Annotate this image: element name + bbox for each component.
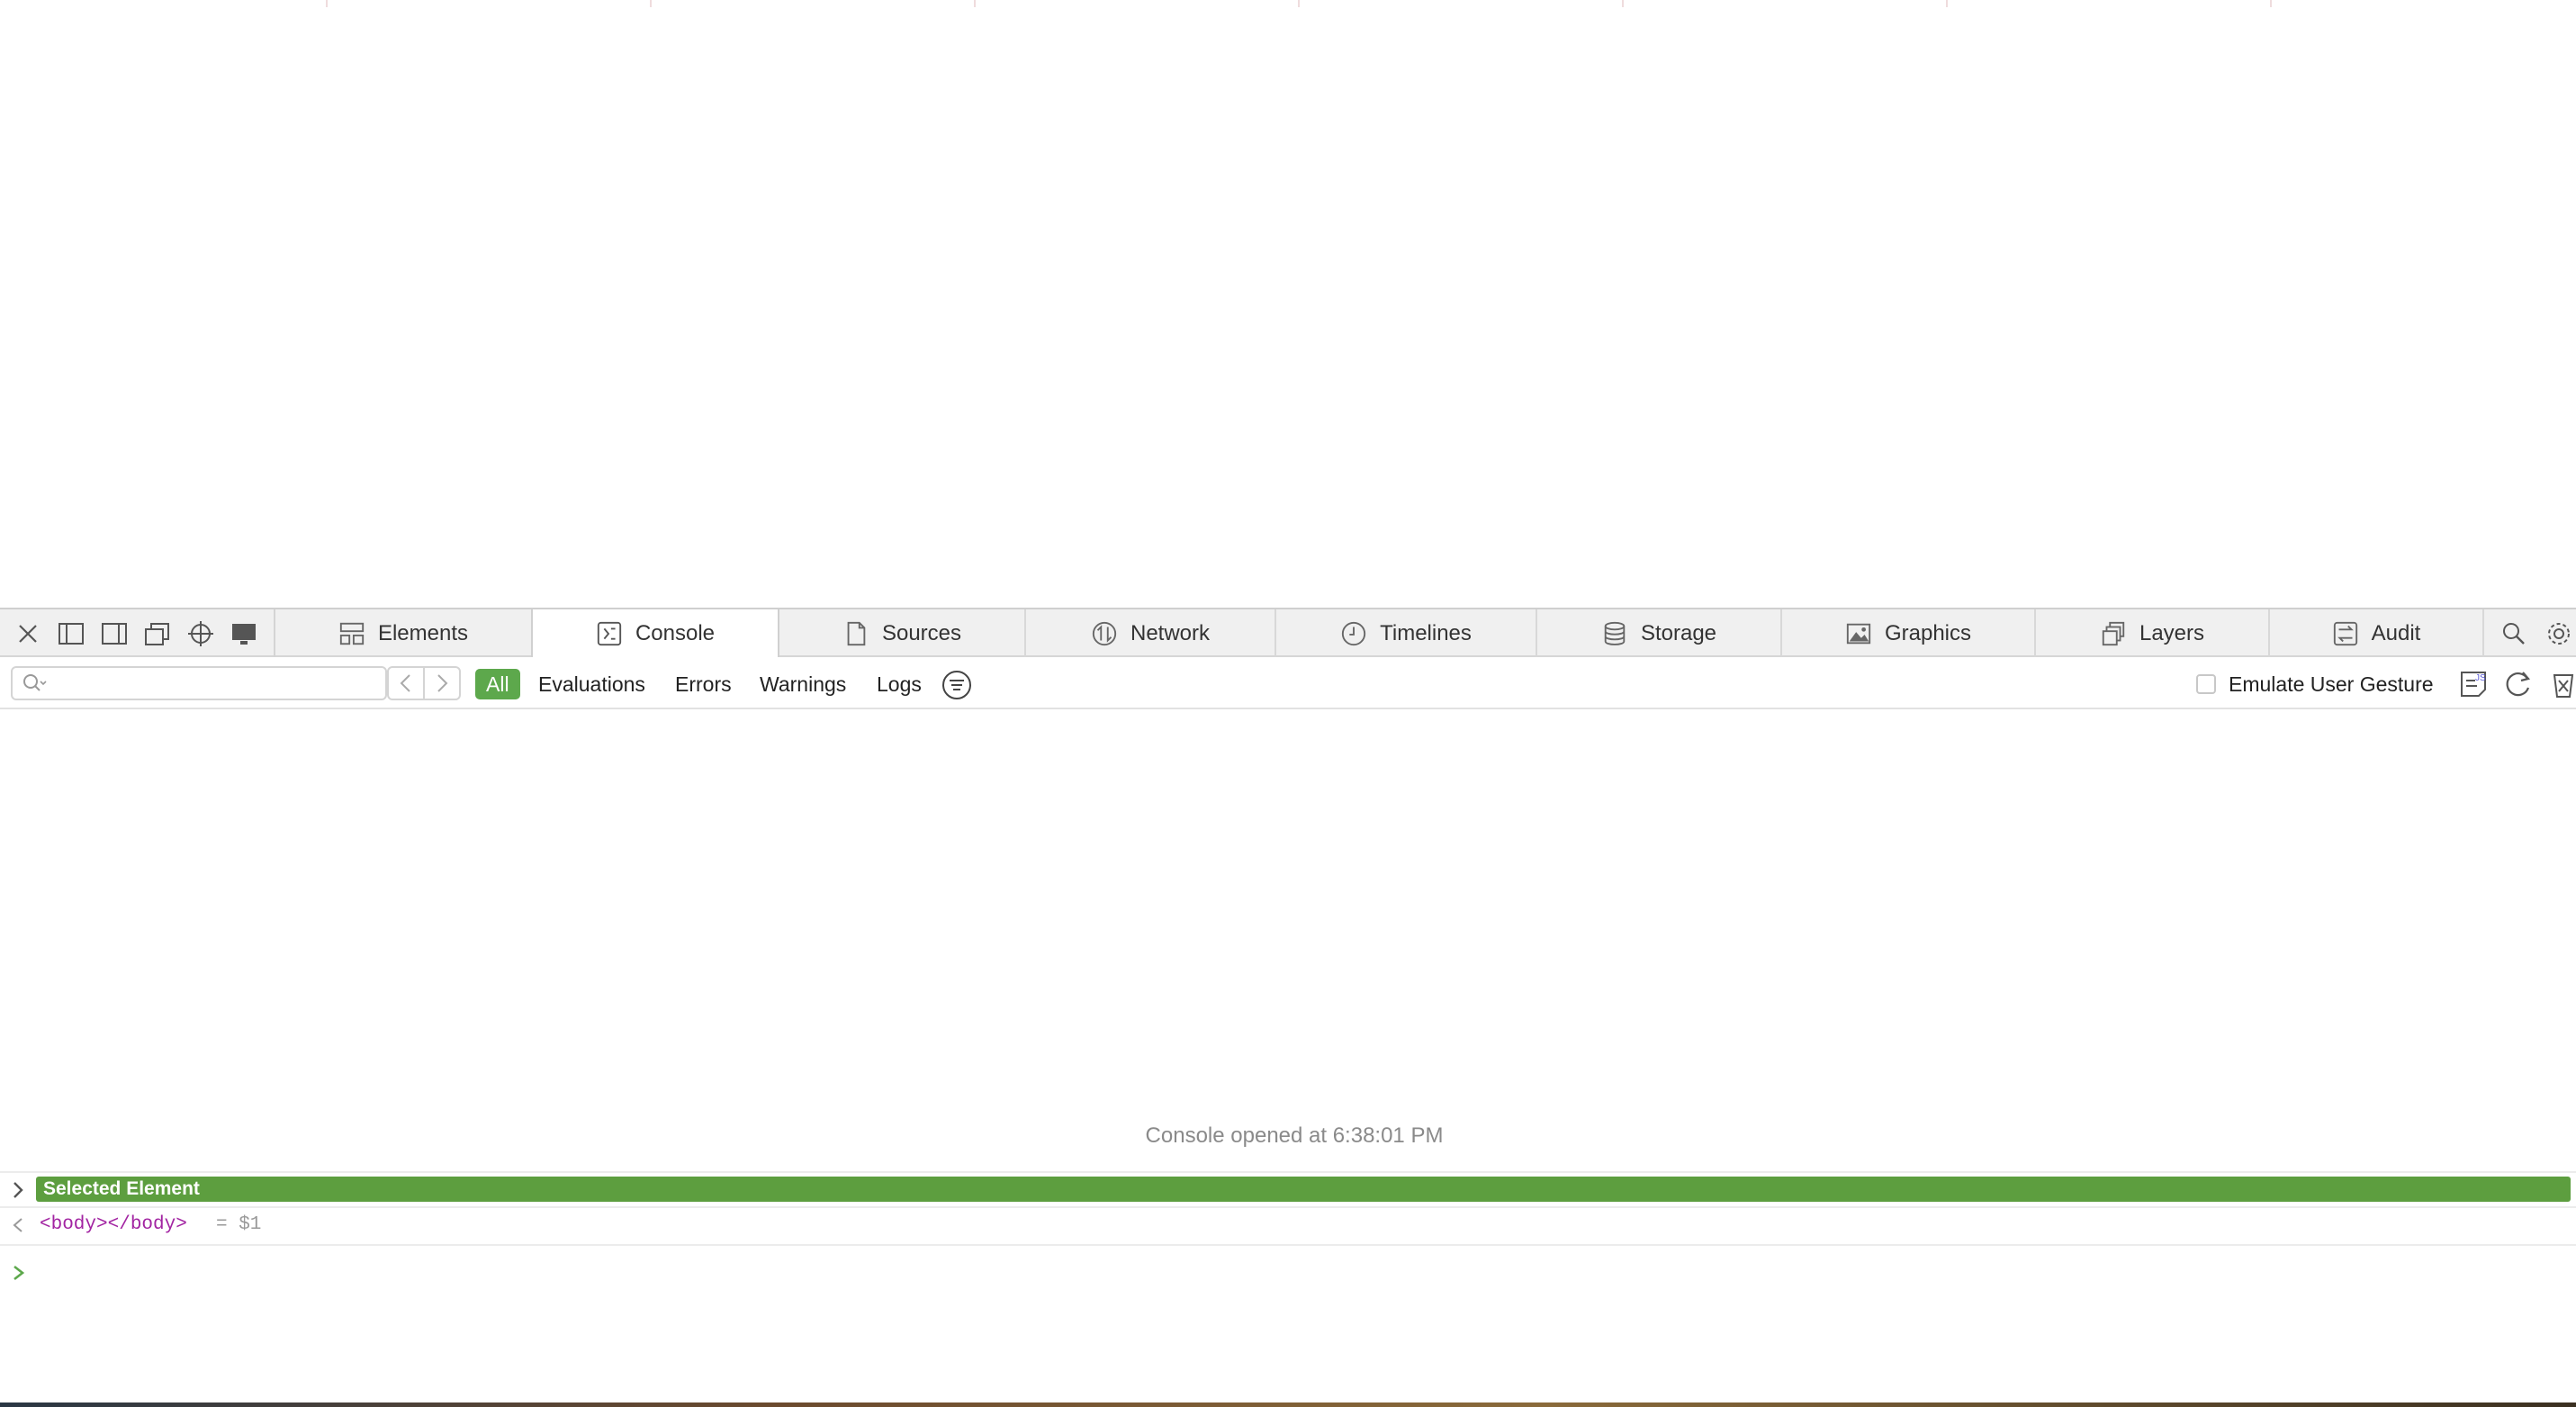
filter-options-icon[interactable] (941, 670, 972, 700)
timelines-icon (1341, 621, 1366, 645)
page-tab-divider (1622, 0, 1624, 7)
page-tab-divider (974, 0, 976, 7)
emulate-user-gesture[interactable]: Emulate User Gesture (2196, 670, 2434, 699)
tab-console[interactable]: Console (531, 609, 779, 657)
gear-icon[interactable] (2544, 618, 2574, 649)
console-group-row[interactable]: Selected Element (0, 1175, 2576, 1205)
audit-icon (2333, 621, 2357, 645)
filter-logs[interactable]: Logs (866, 669, 932, 699)
javascript-snippet-icon[interactable]: JS (2457, 668, 2490, 700)
tab-label: Timelines (1380, 620, 1472, 645)
web-page-viewport (0, 7, 2576, 608)
device-settings-icon[interactable] (229, 618, 259, 649)
tab-timelines[interactable]: Timelines (1276, 609, 1537, 657)
next-button[interactable] (423, 666, 461, 700)
tab-sources[interactable]: Sources (779, 609, 1026, 657)
page-tab-divider (2270, 0, 2272, 7)
console-filter-bar: All Evaluations Errors Warnings Logs Emu… (0, 657, 2576, 709)
layers-icon (2102, 621, 2125, 645)
emulate-label: Emulate User Gesture (2229, 672, 2434, 696)
tab-label: Storage (1640, 620, 1717, 645)
graphics-icon (1846, 623, 1871, 644)
inspector-tab-bar: Elements Console Sources Network Timelin… (0, 608, 2576, 657)
page-tab-divider (1298, 0, 1300, 7)
search-input[interactable] (58, 672, 376, 697)
prompt-chevron-icon (14, 1265, 25, 1281)
console-result-row: <body></body> = $1 (0, 1209, 2576, 1241)
tab-label: Elements (377, 620, 469, 645)
chevron-right-icon (437, 674, 448, 692)
page-tab-divider (1946, 0, 1948, 7)
clear-console-icon[interactable] (2547, 668, 2576, 700)
filter-errors[interactable]: Errors (664, 669, 743, 699)
filter-all[interactable]: All (475, 669, 520, 699)
tab-label: Console (635, 620, 716, 645)
console-opened-message: Console opened at 6:38:01 PM (1145, 1123, 1444, 1148)
web-inspector: Elements Console Sources Network Timelin… (0, 608, 2576, 1407)
sources-icon (847, 621, 866, 645)
page-tab-divider (326, 0, 328, 7)
tab-label: Graphics (1884, 620, 1972, 645)
divider (0, 1244, 2576, 1246)
result-element-tag[interactable]: <body></body> (40, 1214, 187, 1235)
detach-window-icon[interactable] (142, 618, 173, 649)
tab-graphics[interactable]: Graphics (1782, 609, 2036, 657)
tab-storage[interactable]: Storage (1537, 609, 1782, 657)
chevron-right-icon[interactable] (9, 1178, 27, 1202)
console-prompt[interactable] (0, 1247, 2576, 1301)
divider (0, 1206, 2576, 1208)
tab-network[interactable]: Network (1026, 609, 1276, 657)
result-arrow-icon (13, 1218, 23, 1232)
svg-text:JS: JS (2475, 673, 2486, 683)
tab-layers[interactable]: Layers (2036, 609, 2270, 657)
network-icon (1092, 621, 1117, 645)
elements-icon (339, 622, 365, 645)
tab-label: Sources (881, 620, 962, 645)
storage-icon (1604, 621, 1626, 645)
previous-button[interactable] (387, 666, 425, 700)
selected-element-label: Selected Element (36, 1177, 2571, 1202)
dock-left-icon[interactable] (56, 618, 86, 649)
chevron-left-icon (400, 674, 410, 692)
close-icon[interactable] (13, 618, 43, 649)
inspect-element-icon[interactable] (185, 618, 216, 649)
filter-search-field[interactable] (11, 666, 387, 700)
divider (0, 1171, 2576, 1173)
dock-right-icon[interactable] (99, 618, 130, 649)
page-tab-divider (650, 0, 652, 7)
filter-evaluations[interactable]: Evaluations (527, 669, 656, 699)
window-bottom-edge (0, 1402, 2576, 1407)
tab-elements[interactable]: Elements (275, 609, 533, 657)
emulate-checkbox[interactable] (2196, 674, 2216, 694)
tab-label: Audit (2371, 620, 2421, 645)
console-output: Console opened at 6:38:01 PM Selected El… (0, 709, 2576, 1407)
tab-label: Network (1130, 620, 1211, 645)
search-icon[interactable] (2499, 618, 2529, 649)
reload-icon[interactable] (2502, 668, 2535, 700)
result-reference: = $1 (216, 1214, 262, 1235)
filter-warnings[interactable]: Warnings (749, 669, 857, 699)
search-icon (23, 674, 47, 691)
tab-label: Layers (2139, 620, 2205, 645)
tab-audit[interactable]: Audit (2270, 609, 2484, 657)
console-icon (597, 621, 622, 645)
